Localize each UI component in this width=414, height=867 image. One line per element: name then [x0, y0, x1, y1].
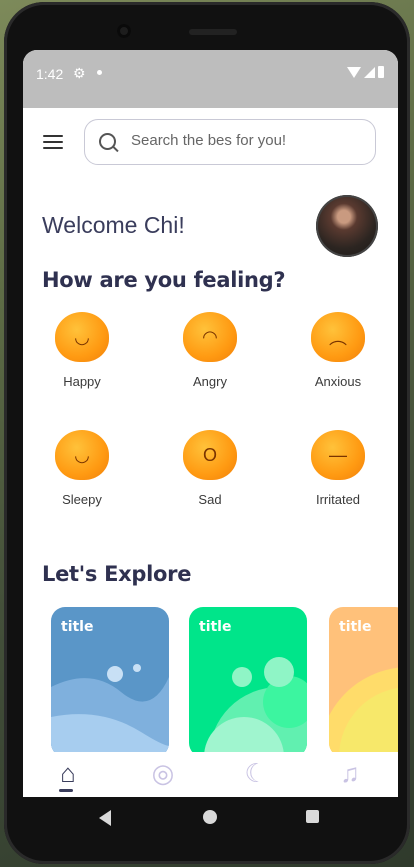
status-icons [347, 66, 384, 78]
mood-sleepy[interactable]: ◡ Sleepy [37, 430, 127, 507]
explore-heading: Let's Explore [42, 562, 192, 586]
hamburger-menu-icon[interactable] [43, 135, 63, 151]
wifi-icon [347, 67, 361, 78]
card-title: title [61, 619, 94, 635]
mood-label: Angry [193, 374, 227, 389]
mood-label: Sad [198, 492, 222, 507]
front-camera [117, 24, 131, 38]
mood-label: Anxious [314, 374, 362, 389]
avatar[interactable] [316, 195, 378, 257]
anxious-emoji-icon: ︵ [311, 312, 365, 362]
irritated-emoji-icon: — [311, 430, 365, 480]
mood-label: Sleepy [62, 492, 102, 507]
card-title: title [199, 619, 232, 635]
mood-angry[interactable]: ◠ Angry [165, 312, 255, 389]
back-icon[interactable] [99, 810, 111, 826]
search-icon [99, 133, 116, 150]
top-bar [23, 108, 398, 188]
mood-irritated[interactable]: — Irritated [293, 430, 383, 507]
mood-heading: How are you fealing? [42, 268, 286, 292]
app-screen: 1:42 ⚙ Welcome Chi! How are you fealing?… [23, 50, 398, 797]
status-time: 1:42 [36, 66, 64, 82]
moon-icon[interactable]: ☾ [241, 758, 271, 788]
card-title: title [339, 619, 372, 635]
cell-signal-icon [364, 67, 375, 78]
disc-music-icon[interactable]: ◎ [148, 758, 178, 788]
mood-happy[interactable]: ◡ Happy [37, 312, 127, 389]
system-nav-bar [23, 797, 398, 841]
search-input[interactable] [129, 131, 363, 150]
bottom-nav: ⌂ ◎ ☾ ♫ [23, 752, 398, 797]
explore-card[interactable]: title [189, 607, 307, 757]
battery-icon [378, 66, 384, 78]
mood-sad[interactable]: O Sad [165, 430, 255, 507]
mood-anxious[interactable]: ︵ Anxious [293, 312, 383, 389]
status-bar: 1:42 ⚙ [23, 50, 398, 108]
earpiece-speaker [189, 29, 237, 35]
explore-card[interactable]: title [51, 607, 169, 757]
sleepy-emoji-icon: ◡ [55, 430, 109, 480]
happy-emoji-icon: ◡ [55, 312, 109, 362]
home-icon[interactable]: ⌂ [53, 758, 83, 788]
notification-dot-icon [97, 70, 102, 75]
active-indicator [59, 789, 73, 792]
search-bar[interactable] [84, 119, 376, 165]
mood-label: Happy [63, 374, 101, 389]
explore-card[interactable]: title [329, 607, 398, 757]
settings-gear-icon: ⚙ [73, 65, 86, 81]
music-note-icon[interactable]: ♫ [335, 758, 365, 788]
angry-emoji-icon: ◠ [183, 312, 237, 362]
welcome-text: Welcome Chi! [42, 212, 185, 238]
home-button-icon[interactable] [203, 810, 217, 824]
recents-icon[interactable] [306, 810, 319, 823]
mood-label: Irritated [315, 492, 361, 507]
sad-emoji-icon: O [183, 430, 237, 480]
